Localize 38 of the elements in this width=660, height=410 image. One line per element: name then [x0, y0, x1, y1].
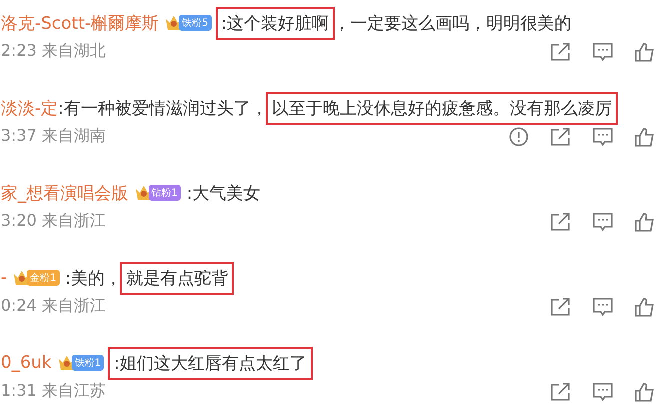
fan-badge: 钻粉1: [148, 185, 181, 201]
thumbs-up-icon[interactable]: [634, 382, 656, 402]
comment-icon[interactable]: [592, 296, 614, 316]
comment-meta: 3:20 来自浙江: [1, 211, 106, 232]
comment-text: ，一定要这么画吗，明明很美的: [333, 12, 572, 34]
comment-meta: 2:23 来自湖北: [1, 41, 106, 62]
username[interactable]: 淡淡-定: [1, 96, 58, 120]
highlighted-comment-text: :姐们这大红唇有点太红了: [110, 348, 311, 378]
share-icon[interactable]: [550, 126, 572, 146]
username[interactable]: 洛克-Scott-槲爾摩斯: [1, 12, 160, 34]
fan-badge: 铁粉1: [72, 355, 104, 371]
username[interactable]: 家_想看演唱会版: [1, 182, 128, 204]
comment-meta: 0:24 来自浙江: [1, 296, 106, 317]
thumbs-up-icon[interactable]: [634, 42, 656, 62]
share-icon[interactable]: [550, 382, 572, 402]
fan-badge: 铁粉5: [179, 15, 212, 31]
share-icon[interactable]: [550, 296, 572, 316]
username[interactable]: 0_6uk: [1, 353, 52, 373]
comment-meta: 1:31 来自江苏: [1, 381, 106, 402]
highlighted-comment-text: 以至于晚上没休息好的疲惫感。没有那么凌厉: [268, 94, 616, 122]
comment-icon[interactable]: [592, 42, 614, 62]
highlighted-comment-text: :这个装好脏啊: [218, 8, 334, 38]
thumbs-up-icon[interactable]: [634, 212, 656, 232]
thumbs-up-icon[interactable]: [634, 296, 656, 316]
username[interactable]: -: [1, 268, 8, 288]
share-icon[interactable]: [550, 42, 572, 62]
comment-text: :有一种被爱情滋润过头了，: [58, 98, 268, 120]
fan-badge: 金粉1: [27, 270, 60, 286]
warning-icon[interactable]: [508, 126, 530, 146]
comment-icon[interactable]: [592, 382, 614, 402]
comment-text: :大气美女: [186, 182, 261, 204]
comment-text: :美的，: [66, 268, 122, 290]
comment-icon[interactable]: [592, 126, 614, 146]
share-icon[interactable]: [550, 212, 572, 232]
comment-icon[interactable]: [592, 212, 614, 232]
highlighted-comment-text: 就是有点驼背: [122, 264, 232, 292]
comment-meta: 3:37 来自湖南: [1, 126, 106, 147]
thumbs-up-icon[interactable]: [634, 126, 656, 146]
